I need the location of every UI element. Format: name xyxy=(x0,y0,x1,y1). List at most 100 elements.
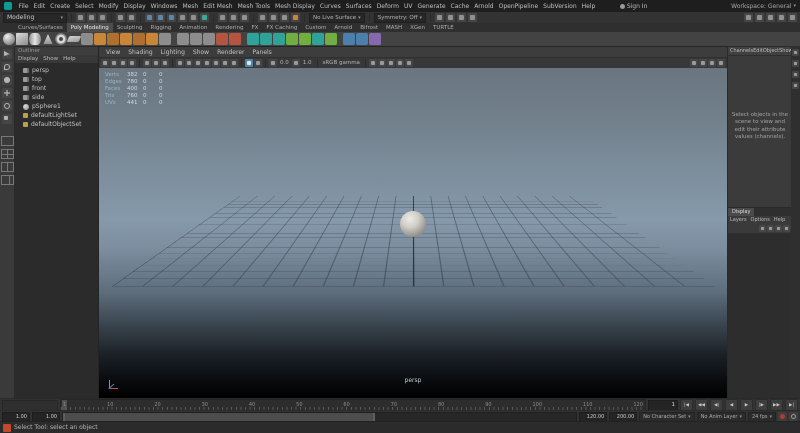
snap-to-grid-icon[interactable] xyxy=(145,13,154,22)
attribute-editor-icon[interactable] xyxy=(792,49,799,56)
layout-two-pane-icon[interactable] xyxy=(1,162,14,172)
select-tool-icon[interactable] xyxy=(2,49,12,59)
tool-settings-icon[interactable] xyxy=(792,60,799,67)
gate-mask-icon[interactable] xyxy=(405,59,413,67)
layout-single-pane-icon[interactable] xyxy=(1,136,14,146)
open-render-view-icon[interactable] xyxy=(258,13,267,22)
menu-generate[interactable]: Generate xyxy=(415,3,448,10)
menu-select[interactable]: Select xyxy=(73,3,97,10)
range-slider-handle[interactable] xyxy=(63,413,375,421)
menu-file[interactable]: File xyxy=(16,3,31,10)
camera-based-selection-icon[interactable] xyxy=(457,13,466,22)
outliner-item-persp[interactable]: persp xyxy=(15,66,99,75)
live-surface-dropdown[interactable]: No Live Surface ▾ xyxy=(309,13,365,23)
open-scene-icon[interactable] xyxy=(87,13,96,22)
quad-draw-icon[interactable] xyxy=(356,33,368,45)
perspective-viewport[interactable]: View Shading Lighting Show Renderer Pane… xyxy=(98,46,728,399)
animation-start-field[interactable]: 1.00 xyxy=(2,412,30,422)
layer-menu-layers[interactable]: Layers xyxy=(730,217,747,223)
field-chart-icon[interactable] xyxy=(378,59,386,67)
camera-attributes-icon[interactable] xyxy=(119,59,127,67)
boolean-difference-icon[interactable] xyxy=(229,33,241,45)
move-layer-up-icon[interactable] xyxy=(759,225,766,232)
shadows-icon[interactable] xyxy=(212,59,220,67)
extrude-icon[interactable] xyxy=(299,33,311,45)
menu-deform[interactable]: Deform xyxy=(374,3,401,10)
shelf-tab-bifrost[interactable]: Bifrost xyxy=(356,23,382,32)
exposure-value[interactable]: 0.0 xyxy=(278,60,291,66)
snap-to-view-plane-icon[interactable] xyxy=(189,13,198,22)
multisample-antialiasing-icon[interactable] xyxy=(245,59,253,67)
menu-mesh-tools[interactable]: Mesh Tools xyxy=(235,3,272,10)
poly-gear-icon[interactable] xyxy=(146,33,158,45)
scale-tool-icon[interactable] xyxy=(2,114,12,124)
extract-icon[interactable] xyxy=(203,33,215,45)
shelf-tab-custom[interactable]: Custom xyxy=(301,23,330,32)
shaded-icon[interactable] xyxy=(185,59,193,67)
snap-to-point-icon[interactable] xyxy=(167,13,176,22)
poly-disc-icon[interactable] xyxy=(81,33,93,45)
create-layer-from-selected-icon[interactable] xyxy=(783,225,790,232)
combine-icon[interactable] xyxy=(177,33,189,45)
snap-to-curve-icon[interactable] xyxy=(156,13,165,22)
exposure-icon[interactable] xyxy=(269,59,277,67)
poly-sphere-icon[interactable] xyxy=(3,33,15,45)
fps-dropdown[interactable]: 24 fps ▾ xyxy=(748,412,776,422)
playback-end-field[interactable]: 120.00 xyxy=(579,412,607,422)
film-gate-toggle-icon[interactable] xyxy=(699,59,707,67)
render-current-frame-icon[interactable] xyxy=(269,13,278,22)
viewport-menu-view[interactable]: View xyxy=(102,49,124,56)
channel-box-icon[interactable] xyxy=(792,71,799,78)
poly-soccer-ball-icon[interactable] xyxy=(159,33,171,45)
outliner-item-default-light-set[interactable]: defaultLightSet xyxy=(15,111,99,120)
separate-icon[interactable] xyxy=(190,33,202,45)
menu-modify[interactable]: Modify xyxy=(96,3,121,10)
outliner-item-psphere1[interactable]: pSphere1 xyxy=(15,102,99,111)
auto-keyframe-toggle-icon[interactable] xyxy=(778,412,787,421)
bridge-icon[interactable] xyxy=(286,33,298,45)
workspace-selector[interactable]: Workspace: General ▾ xyxy=(731,3,796,10)
anim-layer-dropdown[interactable]: No Anim Layer ▾ xyxy=(697,412,746,422)
smooth-icon[interactable] xyxy=(247,33,259,45)
lock-camera-icon[interactable] xyxy=(110,59,118,67)
menu-help[interactable]: Help xyxy=(579,3,598,10)
attribute-editor-toggle-icon[interactable] xyxy=(766,13,775,22)
shelf-tab-fx[interactable]: FX xyxy=(247,23,262,32)
menu-windows[interactable]: Windows xyxy=(148,3,180,10)
layer-menu-help[interactable]: Help xyxy=(774,217,785,223)
lasso-tool-icon[interactable] xyxy=(2,62,12,72)
channelbox-menu-edit[interactable]: Edit xyxy=(753,48,763,54)
undo-icon[interactable] xyxy=(116,13,125,22)
current-frame-field[interactable]: 1 xyxy=(648,400,678,411)
modeling-toolkit-toggle-icon[interactable] xyxy=(744,13,753,22)
resolution-gate-icon[interactable] xyxy=(387,59,395,67)
poly-plane-icon[interactable] xyxy=(67,36,82,42)
grid-toggle-icon[interactable] xyxy=(690,59,698,67)
create-empty-layer-icon[interactable] xyxy=(775,225,782,232)
shelf-tab-animation[interactable]: Animation xyxy=(175,23,211,32)
view-transform-dropdown[interactable]: sRGB gamma xyxy=(321,60,362,66)
shelf-tab-sculpting[interactable]: Sculpting xyxy=(113,23,147,32)
shelf-tab-rendering[interactable]: Rendering xyxy=(211,23,247,32)
character-controls-toggle-icon[interactable] xyxy=(755,13,764,22)
poly-torus-icon[interactable] xyxy=(55,33,67,45)
layer-tab-display[interactable]: Display xyxy=(728,208,754,216)
gamma-icon[interactable] xyxy=(292,59,300,67)
snap-to-projected-center-icon[interactable] xyxy=(178,13,187,22)
outliner-menu-display[interactable]: Display xyxy=(18,56,38,62)
menu-edit-mesh[interactable]: Edit Mesh xyxy=(201,3,235,10)
oversan-icon[interactable] xyxy=(161,59,169,67)
range-slider[interactable] xyxy=(62,412,577,422)
output-connections-icon[interactable] xyxy=(229,13,238,22)
render-settings-icon[interactable] xyxy=(291,13,300,22)
layer-menu-options[interactable]: Options xyxy=(751,217,770,223)
bookmark-icon[interactable] xyxy=(128,59,136,67)
poly-cube-icon[interactable] xyxy=(16,33,28,45)
outliner-item-default-object-set[interactable]: defaultObjectSet xyxy=(15,120,99,129)
image-plane-icon[interactable] xyxy=(143,59,151,67)
sign-in-button[interactable]: Sign In xyxy=(620,3,648,10)
animation-preferences-icon[interactable] xyxy=(789,412,798,421)
multi-cut-icon[interactable] xyxy=(312,33,324,45)
poly-cylinder-icon[interactable] xyxy=(29,33,41,45)
menu-display[interactable]: Display xyxy=(121,3,148,10)
